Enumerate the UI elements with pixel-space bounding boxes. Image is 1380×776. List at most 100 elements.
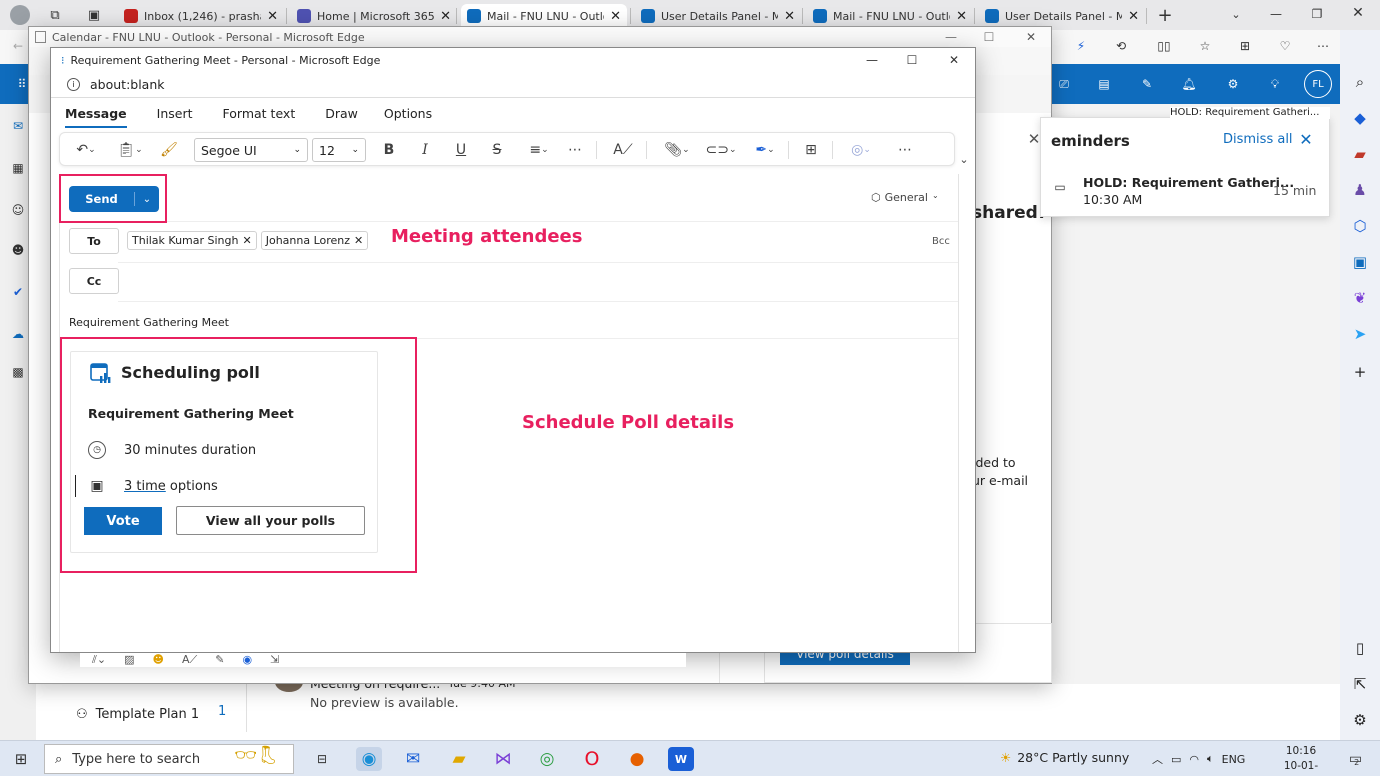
- reminder-title[interactable]: HOLD: Requirement Gatheri...: [1083, 175, 1294, 190]
- new-tab-icon[interactable]: +: [1155, 5, 1175, 26]
- mail-icon[interactable]: ✉: [400, 747, 426, 771]
- undo-icon[interactable]: ↶ ⌄: [72, 141, 100, 159]
- tab-close-icon[interactable]: ✕: [956, 9, 967, 24]
- firefox-icon[interactable]: ●: [624, 747, 650, 771]
- settings-gear-icon[interactable]: ⚙: [1224, 75, 1242, 93]
- underline-icon[interactable]: U: [452, 141, 470, 159]
- apps-icon[interactable]: ▩: [10, 364, 26, 380]
- settings-gear-icon[interactable]: ⚙: [1350, 710, 1370, 730]
- attach-icon[interactable]: 📎︎ ⌄: [662, 141, 692, 159]
- browser-tab[interactable]: Mail - FNU LNU - Outlo ✕: [807, 4, 973, 28]
- more-icon[interactable]: ⇲: [270, 653, 279, 667]
- tab-close-icon[interactable]: ✕: [1128, 9, 1139, 24]
- emoji-icon[interactable]: ☻: [153, 653, 164, 667]
- add-icon[interactable]: +: [1350, 362, 1370, 382]
- minimize-icon[interactable]: —: [863, 52, 881, 68]
- strikethrough-icon[interactable]: S: [488, 141, 506, 159]
- profile-icon[interactable]: [10, 5, 30, 25]
- calendar-icon[interactable]: ▦: [10, 160, 26, 176]
- tab-list-chevron-icon[interactable]: ⌄: [1228, 6, 1244, 22]
- tab-close-icon[interactable]: ✕: [610, 9, 621, 24]
- outlook-icon[interactable]: ▣: [1350, 252, 1370, 272]
- notification-icon[interactable]: ▭ 2: [1344, 749, 1364, 769]
- office-icon[interactable]: ▤: [1095, 75, 1113, 93]
- recipient-chip[interactable]: Thilak Kumar Singh ✕: [127, 231, 257, 250]
- task-view-icon[interactable]: ⊟: [312, 749, 332, 769]
- designer-icon[interactable]: ❦: [1350, 288, 1370, 308]
- tab-insert[interactable]: Insert: [157, 104, 193, 128]
- format-painter-icon[interactable]: 🖌︎: [160, 141, 178, 159]
- recipient-chip[interactable]: Johanna Lorenz ✕: [260, 231, 369, 250]
- close-icon[interactable]: ✕: [1297, 130, 1315, 149]
- collections-icon[interactable]: ⊞: [1236, 37, 1254, 55]
- meet-now-icon[interactable]: ⎚: [1055, 75, 1073, 93]
- close-icon[interactable]: ✕: [1350, 5, 1366, 21]
- favorites-icon[interactable]: ☆: [1196, 37, 1214, 55]
- bcc-link[interactable]: Bcc: [932, 236, 950, 247]
- browser-tab[interactable]: Inbox (1,246) - prashant ✕: [118, 4, 284, 28]
- loop-icon[interactable]: ◉: [242, 653, 252, 667]
- avatar[interactable]: FL: [1304, 70, 1332, 98]
- shopping-icon[interactable]: ◆: [1350, 108, 1370, 128]
- mail-icon[interactable]: ✉: [10, 118, 26, 134]
- to-button[interactable]: To: [69, 228, 119, 254]
- feedback-icon[interactable]: ✎: [1138, 75, 1156, 93]
- remove-recipient-icon[interactable]: ✕: [243, 234, 252, 247]
- visual-studio-icon[interactable]: ⋈: [490, 747, 516, 771]
- clock[interactable]: 10:16 10-01-2024: [1272, 744, 1330, 776]
- more-icon[interactable]: ⋯: [1314, 37, 1332, 55]
- games-icon[interactable]: ♟: [1350, 180, 1370, 200]
- minimize-icon[interactable]: —: [943, 29, 959, 45]
- search-highlight-icon[interactable]: 👓︎👢︎: [234, 745, 292, 773]
- groups-icon[interactable]: ☻: [10, 242, 26, 258]
- font-name-select[interactable]: Segoe UI ⌄: [194, 138, 308, 162]
- ribbon-collapse-chevron-icon[interactable]: ⌄: [957, 152, 971, 166]
- maximize-icon[interactable]: ☐: [903, 52, 921, 68]
- split-screen-icon[interactable]: ▯▯: [1155, 37, 1173, 55]
- word-icon[interactable]: W: [668, 747, 694, 771]
- workspaces-icon[interactable]: ⧉: [46, 6, 64, 24]
- language-indicator[interactable]: ENG: [1222, 753, 1246, 766]
- sidebar-item-template-plan[interactable]: ⚇ Template Plan 1: [76, 704, 226, 724]
- browser-tab[interactable]: Mail - FNU LNU - Outlo ✕: [461, 4, 627, 28]
- edge-icon[interactable]: ◉: [356, 747, 382, 771]
- remove-recipient-icon[interactable]: ✕: [354, 234, 363, 247]
- browser-tab[interactable]: User Details Panel - Mic ✕: [635, 4, 801, 28]
- italic-icon[interactable]: I: [416, 141, 434, 159]
- font-size-select[interactable]: 12 ⌄: [312, 138, 366, 162]
- subject-field[interactable]: Requirement Gathering Meet: [69, 316, 229, 329]
- todo-icon[interactable]: ✔: [10, 284, 26, 300]
- list-item[interactable]: Meeting on require... Tue 9:40 AM No pre…: [246, 672, 546, 732]
- back-icon[interactable]: ←: [10, 38, 26, 54]
- tools-icon[interactable]: ▰: [1350, 144, 1370, 164]
- people-icon[interactable]: ☺: [10, 202, 26, 218]
- chrome-icon[interactable]: ◎: [534, 747, 560, 771]
- editor-icon[interactable]: ◎ ⌄: [846, 141, 876, 159]
- bold-icon[interactable]: B: [380, 141, 398, 159]
- onedrive-icon[interactable]: ☁: [10, 326, 26, 342]
- minimize-icon[interactable]: —: [1268, 6, 1284, 22]
- tab-format-text[interactable]: Format text: [223, 104, 296, 128]
- tab-message[interactable]: Message: [65, 104, 127, 128]
- tab-options[interactable]: Options: [384, 104, 432, 128]
- volume-icon[interactable]: 🔈︎: [1207, 752, 1214, 766]
- image-icon[interactable]: ▨: [124, 653, 134, 667]
- signature-icon[interactable]: ✒ ⌄: [750, 141, 780, 159]
- browser-tab[interactable]: Home | Microsoft 365 ✕: [291, 4, 457, 28]
- telegram-icon[interactable]: ➤: [1350, 324, 1370, 344]
- apps-icon[interactable]: ⊞: [802, 141, 820, 159]
- maximize-icon[interactable]: ☐: [981, 29, 997, 45]
- more-formatting-icon[interactable]: ⋯: [566, 141, 584, 159]
- tab-draw[interactable]: Draw: [325, 104, 358, 128]
- browser-tab[interactable]: User Details Panel - Mic ✕: [979, 4, 1145, 28]
- tab-close-icon[interactable]: ✕: [440, 9, 451, 24]
- performance-icon[interactable]: ♡: [1276, 37, 1294, 55]
- battery-icon[interactable]: ▭: [1171, 753, 1181, 766]
- to-recipients[interactable]: Thilak Kumar Singh ✕ Johanna Lorenz ✕: [127, 231, 372, 250]
- tab-close-icon[interactable]: ✕: [267, 9, 278, 24]
- format-icon[interactable]: A⟋: [182, 653, 197, 667]
- styles-icon[interactable]: A⟋: [612, 141, 634, 159]
- bell-icon[interactable]: 🔔︎: [1180, 75, 1198, 93]
- open-external-icon[interactable]: ⇱: [1350, 674, 1370, 694]
- tab-close-icon[interactable]: ✕: [784, 9, 795, 24]
